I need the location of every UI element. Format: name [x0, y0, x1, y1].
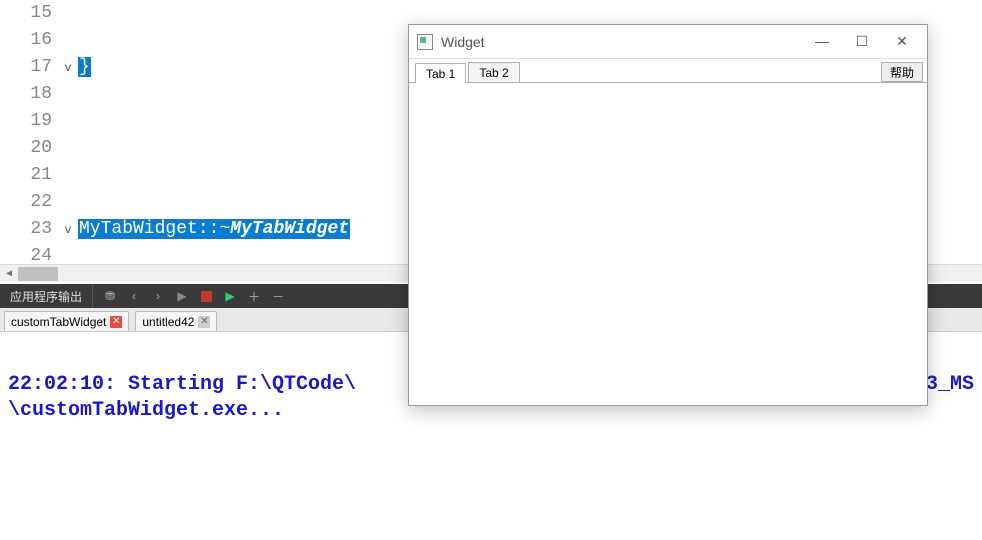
output-tab-label: untitled42 — [142, 315, 194, 329]
maximize-icon[interactable]: ☐ — [853, 33, 871, 50]
run-green-icon[interactable]: ▶ — [223, 289, 237, 303]
output-panel-title: 应用程序输出 — [0, 284, 93, 308]
line-num: 23 — [0, 216, 52, 243]
scroll-left-icon[interactable]: ◀ — [0, 265, 18, 283]
run-icon[interactable]: ▶ — [175, 289, 189, 303]
close-icon[interactable]: ✕ — [110, 316, 122, 328]
remove-icon[interactable]: － — [271, 289, 285, 303]
output-line: 22:02:10: Starting F:\QTCode\ — [8, 373, 356, 396]
line-num: 15 — [0, 0, 52, 27]
line-num: 21 — [0, 162, 52, 189]
close-icon[interactable]: ✕ — [198, 316, 210, 328]
line-num: 16 — [0, 27, 52, 54]
app-icon — [417, 34, 433, 50]
code-text: } — [78, 57, 91, 77]
help-button[interactable]: 帮助 — [881, 62, 923, 82]
fold-column: v v — [58, 0, 78, 279]
fold-toggle-icon[interactable]: v — [64, 223, 71, 237]
fold-toggle-icon[interactable]: v — [64, 61, 71, 75]
code-text: MyTabWidget::~MyTabWidget — [78, 219, 350, 239]
window-controls: — ☐ ✕ — [813, 33, 919, 50]
help-label: 帮助 — [890, 64, 914, 81]
next-icon[interactable]: › — [151, 289, 165, 303]
minimize-icon[interactable]: — — [813, 33, 831, 50]
line-num: 22 — [0, 189, 52, 216]
tab-label: Tab 1 — [426, 67, 455, 81]
prev-icon[interactable]: ‹ — [127, 289, 141, 303]
scrollbar-thumb[interactable] — [18, 267, 58, 281]
tab-content — [409, 83, 927, 405]
line-num: 19 — [0, 108, 52, 135]
tab-label: Tab 2 — [479, 66, 508, 80]
app-window[interactable]: Widget — ☐ ✕ Tab 1 Tab 2 帮助 — [408, 24, 928, 406]
line-num: 18 — [0, 81, 52, 108]
tab-bar: Tab 1 Tab 2 帮助 — [409, 59, 927, 83]
add-icon[interactable]: ＋ — [247, 289, 261, 303]
tab-1[interactable]: Tab 1 — [415, 63, 466, 83]
output-line-right: 3_MS — [926, 372, 974, 398]
line-num: 20 — [0, 135, 52, 162]
output-toolbar: ⛃ ‹ › ▶ ▶ ＋ － — [93, 289, 295, 303]
line-num: 17 — [0, 54, 52, 81]
window-title: Widget — [441, 34, 485, 50]
stop-icon[interactable] — [199, 289, 213, 303]
output-tab-customtabwidget[interactable]: customTabWidget ✕ — [4, 311, 129, 331]
titlebar[interactable]: Widget — ☐ ✕ — [409, 25, 927, 59]
close-icon[interactable]: ✕ — [893, 33, 911, 50]
filter-icon[interactable]: ⛃ — [103, 289, 117, 303]
output-line: \customTabWidget.exe... — [8, 399, 284, 422]
output-tab-label: customTabWidget — [11, 315, 106, 329]
tab-2[interactable]: Tab 2 — [468, 62, 519, 82]
output-tab-untitled42[interactable]: untitled42 ✕ — [135, 311, 217, 331]
line-number-gutter: 15 16 17 18 19 20 21 22 23 24 — [0, 0, 58, 279]
